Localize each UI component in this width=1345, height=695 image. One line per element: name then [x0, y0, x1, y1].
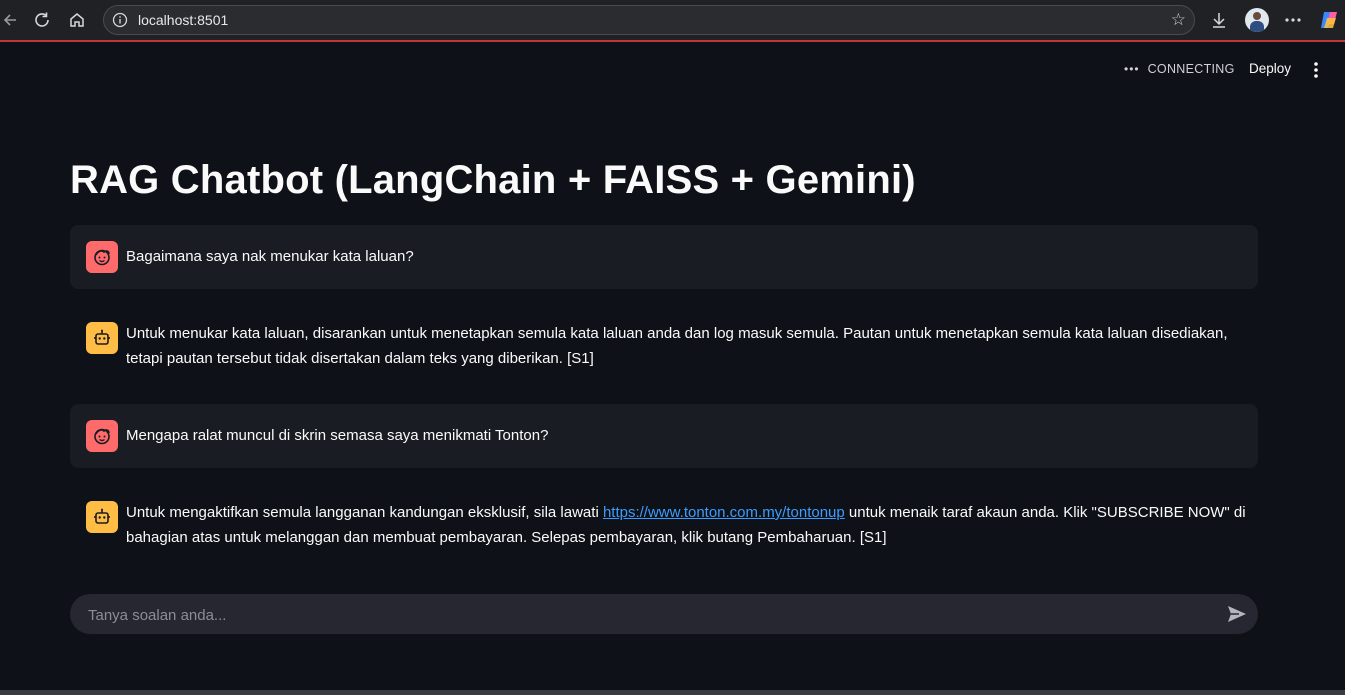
- url-text[interactable]: localhost:8501: [138, 12, 228, 28]
- favorite-star-icon[interactable]: ☆: [1171, 10, 1186, 30]
- message-line: Untuk menukar kata laluan, disarankan un…: [126, 325, 1228, 342]
- message-line: bahagian atas untuk melanggan dan membua…: [126, 529, 887, 546]
- chat-message-assistant: Untuk menukar kata laluan, disarankan un…: [70, 306, 1258, 386]
- robot-icon: [94, 508, 110, 524]
- tonton-link[interactable]: https://www.tonton.com.my/tontonup: [603, 504, 845, 521]
- message-text-segment: untuk menaik taraf akaun anda. Klik "SUB…: [844, 504, 1246, 521]
- main-menu-icon[interactable]: [1309, 60, 1323, 80]
- copilot-icon[interactable]: [1318, 9, 1340, 31]
- site-info-icon[interactable]: [112, 12, 128, 28]
- assistant-avatar: [86, 501, 118, 533]
- message-text: Untuk menukar kata laluan, disarankan un…: [126, 321, 1258, 371]
- browser-toolbar: localhost:8501 ☆: [0, 0, 1345, 42]
- profile-avatar[interactable]: [1245, 8, 1269, 32]
- chat-input-container: [70, 594, 1258, 636]
- home-icon[interactable]: [66, 9, 88, 31]
- back-icon[interactable]: [0, 9, 22, 31]
- message-text: Mengapa ralat muncul di skrin semasa say…: [126, 427, 549, 444]
- connection-status: ••• CONNECTING: [1124, 62, 1235, 76]
- chat-message-user: Mengapa ralat muncul di skrin semasa say…: [70, 404, 1258, 468]
- chat-message-assistant: Untuk mengaktifkan semula langganan kand…: [70, 485, 1258, 565]
- message-text: Bagaimana saya nak menukar kata laluan?: [126, 248, 414, 265]
- message-line: Untuk mengaktifkan semula langganan kand…: [126, 500, 1258, 525]
- chat-input[interactable]: [86, 594, 1210, 636]
- message-text-segment: Untuk mengaktifkan semula langganan kand…: [126, 504, 603, 521]
- send-icon[interactable]: [1226, 604, 1248, 624]
- deploy-button[interactable]: Deploy: [1249, 61, 1291, 76]
- page-title: RAG Chatbot (LangChain + FAISS + Gemini): [70, 158, 916, 202]
- robot-icon: [94, 329, 110, 345]
- message-line: tetapi pautan tersebut tidak disertakan …: [126, 350, 594, 367]
- user-avatar: [86, 420, 118, 452]
- smiley-face-icon: [94, 249, 110, 266]
- smiley-face-icon: [94, 428, 110, 445]
- user-avatar: [86, 241, 118, 273]
- bottom-scroll-strip: [0, 690, 1345, 695]
- status-dots-icon: •••: [1124, 62, 1140, 76]
- chat-message-user: Bagaimana saya nak menukar kata laluan?: [70, 225, 1258, 289]
- address-bar[interactable]: localhost:8501 ☆: [103, 5, 1195, 35]
- more-menu-icon[interactable]: [1282, 9, 1304, 31]
- download-icon[interactable]: [1208, 9, 1230, 31]
- status-label: CONNECTING: [1147, 62, 1235, 76]
- assistant-avatar: [86, 322, 118, 354]
- message-text: Untuk mengaktifkan semula langganan kand…: [126, 500, 1258, 550]
- reload-icon[interactable]: [31, 9, 53, 31]
